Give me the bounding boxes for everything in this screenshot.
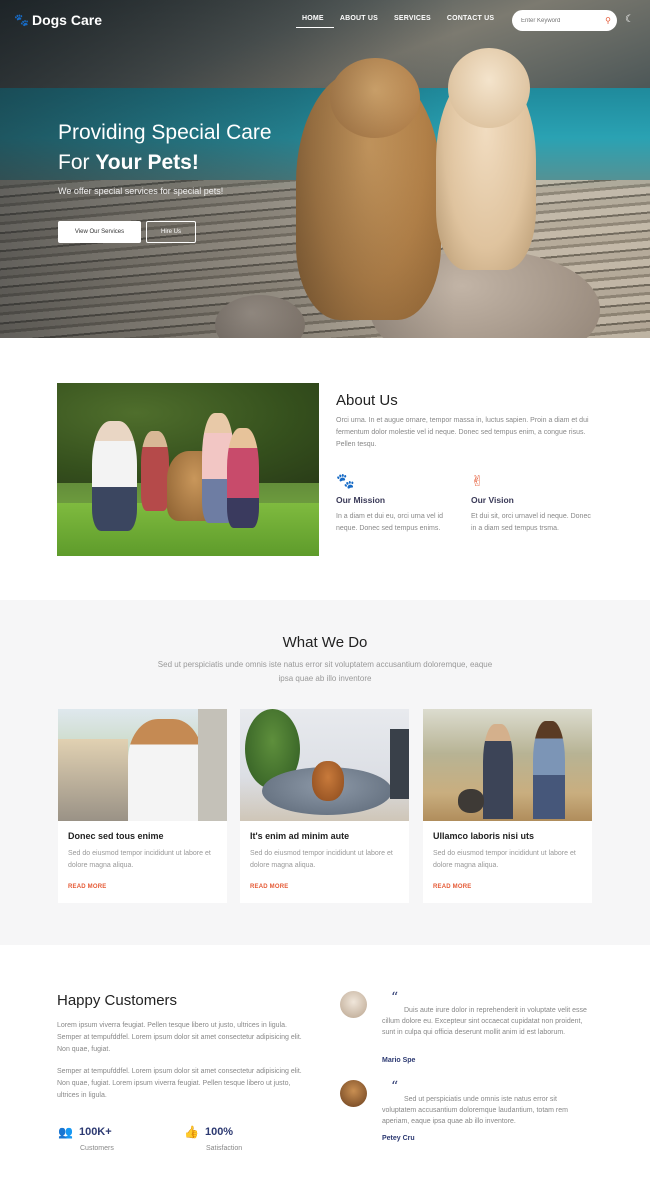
stat-satisfaction: 👍 100% Satisfaction	[184, 1125, 242, 1152]
stat-satisfaction-label: Satisfaction	[206, 1145, 243, 1152]
service-image-3	[423, 709, 592, 821]
nav-contact[interactable]: CONTACT US	[441, 15, 504, 28]
testimonial-name-2: Petey Cru	[382, 1135, 415, 1142]
photo-dog	[312, 761, 344, 801]
service-card-2: It's enim ad minim aute Sed do eiusmod t…	[240, 709, 409, 903]
customers-paragraph-2: Semper at tempufddfel. Lorem ipsum dolor…	[57, 1068, 302, 1099]
photo-wall	[198, 709, 227, 821]
users-plus-icon: 👥	[58, 1125, 73, 1139]
photo-child	[141, 431, 169, 511]
mission-text: In a diam et dui eu, orci urna vel id ne…	[336, 513, 444, 532]
photo-husky	[458, 789, 484, 813]
photo-father	[92, 421, 137, 531]
quote-icon: “	[391, 1079, 399, 1095]
service-title-2: It's enim ad minim aute	[250, 831, 350, 841]
top-nav: 🐾 Dogs Care HOME ABOUT US SERVICES CONTA…	[0, 0, 650, 42]
hero-buttons: View Our Services Hire Us	[58, 221, 196, 243]
service-title-3: Ullamco laboris nisi uts	[433, 831, 535, 841]
testimonial-quote-1: Duis aute irure dolor in reprehenderit i…	[382, 1007, 587, 1036]
photo-buildings	[58, 739, 128, 821]
mission-title: Our Mission	[336, 495, 386, 505]
paw-icon: 🐾	[14, 13, 29, 27]
dark-mode-icon[interactable]: ☾	[625, 14, 634, 25]
hire-us-button[interactable]: Hire Us	[146, 221, 196, 243]
about-family-photo	[57, 383, 319, 556]
hero-subtitle: We offer special services for special pe…	[58, 186, 224, 196]
service-card-3: Ullamco laboris nisi uts Sed do eiusmod …	[423, 709, 592, 903]
stat-satisfaction-value: 100%	[204, 1126, 234, 1138]
service-image-2	[240, 709, 409, 821]
service-text-3: Sed do eiusmod tempor incididunt ut labo…	[433, 850, 576, 869]
stat-satisfaction-value-row: 👍 100%	[184, 1125, 242, 1139]
photo-girl	[227, 428, 259, 528]
about-title: About Us	[336, 392, 398, 409]
hero-title: Providing Special Care For Your Pets!	[58, 118, 272, 178]
avatar-mario	[340, 991, 367, 1018]
service-image-1	[58, 709, 227, 821]
vision-title: Our Vision	[471, 495, 514, 505]
vision-text: Et dui sit, orci urnavel id neque. Donec…	[471, 513, 591, 532]
view-services-button[interactable]: View Our Services	[58, 221, 141, 243]
hero-title-prefix: For	[58, 151, 96, 174]
testimonial-quote-2: Sed ut perspiciatis unde omnis iste natu…	[382, 1096, 568, 1125]
service-text-2: Sed do eiusmod tempor incididunt ut labo…	[250, 850, 393, 869]
what-we-do-subtitle: Sed ut perspiciatis unde omnis iste natu…	[157, 660, 493, 683]
stat-customers-value: 100K+	[78, 1126, 112, 1138]
read-more-link-2[interactable]: READ MORE	[250, 884, 409, 890]
about-text: Orci urna. In et augue ornare, tempor ma…	[336, 417, 589, 448]
stat-customers-value-row: 👥 100K+	[58, 1125, 114, 1139]
hero-banner: 🐾 Dogs Care HOME ABOUT US SERVICES CONTA…	[0, 0, 650, 338]
read-more-link-3[interactable]: READ MORE	[433, 884, 592, 890]
what-we-do-title: What We Do	[282, 634, 368, 651]
stat-customers: 👥 100K+ Customers	[58, 1125, 114, 1152]
photo-walker-1	[483, 724, 513, 819]
main-menu: HOME ABOUT US SERVICES CONTACT US	[296, 15, 504, 28]
nav-about[interactable]: ABOUT US	[334, 15, 388, 28]
search-input[interactable]	[521, 17, 601, 24]
mission-block: 🐾 Our Mission In a diam et dui eu, orci …	[336, 472, 456, 535]
photo-woman	[128, 719, 203, 821]
testimonial-name-1: Mario Spe	[382, 1057, 416, 1064]
nav-services[interactable]: SERVICES	[388, 15, 441, 28]
paw-icon: 🐾	[336, 473, 355, 490]
service-title-1: Donec sed tous enime	[68, 831, 164, 841]
photo-walker-2	[533, 721, 565, 819]
photo-dark-furniture	[390, 729, 409, 799]
customers-paragraph-1: Lorem ipsum viverra feugiat. Pellen tesq…	[57, 1022, 302, 1053]
thumbs-up-icon: 👍	[184, 1125, 199, 1139]
read-more-link-1[interactable]: READ MORE	[68, 884, 227, 890]
peace-hand-icon: ✌	[471, 473, 484, 490]
service-card-1: Donec sed tous enime Sed do eiusmod temp…	[58, 709, 227, 903]
customers-title: Happy Customers	[57, 992, 178, 1009]
search-icon[interactable]: ⚲	[605, 16, 611, 25]
logo-text: Dogs Care	[31, 12, 102, 28]
service-text-1: Sed do eiusmod tempor incididunt ut labo…	[68, 850, 211, 869]
nav-home[interactable]: HOME	[296, 15, 334, 28]
stat-customers-label: Customers	[80, 1145, 114, 1152]
avatar-petey	[340, 1080, 367, 1107]
hero-text: Providing Special Care For Your Pets! We…	[58, 118, 272, 196]
hero-title-bold: Your Pets!	[95, 151, 199, 174]
quote-icon: “	[391, 990, 399, 1006]
hero-title-line1: Providing Special Care	[58, 121, 272, 144]
site-logo[interactable]: 🐾 Dogs Care	[14, 12, 102, 28]
vision-block: ✌ Our Vision Et dui sit, orci urnavel id…	[471, 472, 591, 535]
search-box: ⚲	[512, 10, 617, 31]
